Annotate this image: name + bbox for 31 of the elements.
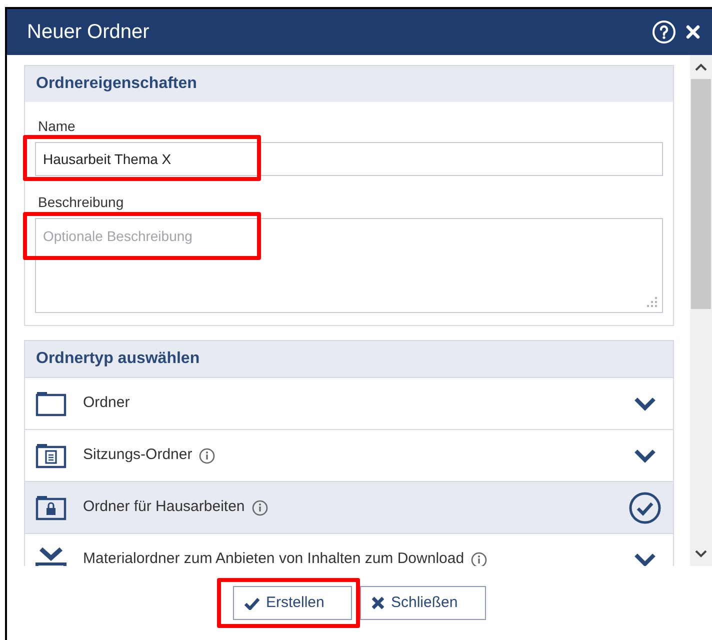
close-button[interactable]: Schließen [360, 586, 486, 620]
check-circle-icon [629, 492, 661, 524]
option-label: Ordner [83, 393, 130, 414]
scroll-thumb[interactable] [691, 79, 711, 309]
field-label: Beschreibung [37, 193, 125, 212]
scroll-down-icon[interactable] [695, 550, 707, 558]
section-header: Ordnereigenschaften [25, 66, 673, 102]
option-label: Materialordner zum Anbieten von Inhalten zum Download [83, 549, 464, 566]
close-icon[interactable] [686, 25, 700, 39]
help-icon[interactable] [652, 20, 676, 44]
chevron-down-icon [634, 448, 656, 462]
scroll-up-icon[interactable] [695, 63, 707, 71]
name-field[interactable]: Hausarbeit Thema X [35, 142, 663, 176]
scrollbar[interactable] [690, 55, 712, 566]
chevron-down-icon [634, 396, 656, 410]
description-field[interactable]: Optionale Beschreibung [35, 218, 663, 313]
window-title: Neuer Ordner [27, 20, 150, 45]
resize-handle-icon[interactable] [647, 297, 657, 307]
chevron-down-icon [634, 552, 656, 566]
field-label: Name [37, 117, 76, 136]
checkmark-icon [244, 596, 260, 610]
section-header: Ordnertyp auswählen [25, 341, 673, 377]
option-label: Ordner für Hausarbeiten [83, 497, 245, 518]
folder-type-option[interactable]: Materialordner zum Anbieten von Inhalten zum Download [25, 533, 673, 566]
option-label: Sitzungs-Ordner [83, 445, 192, 466]
folder-type-option[interactable]: Ordner für Hausarbeiten [25, 481, 673, 533]
create-button[interactable]: Erstellen [233, 586, 352, 620]
info-icon[interactable] [471, 552, 488, 566]
x-icon [371, 596, 385, 610]
info-icon[interactable] [199, 448, 216, 464]
info-icon[interactable] [252, 500, 268, 516]
